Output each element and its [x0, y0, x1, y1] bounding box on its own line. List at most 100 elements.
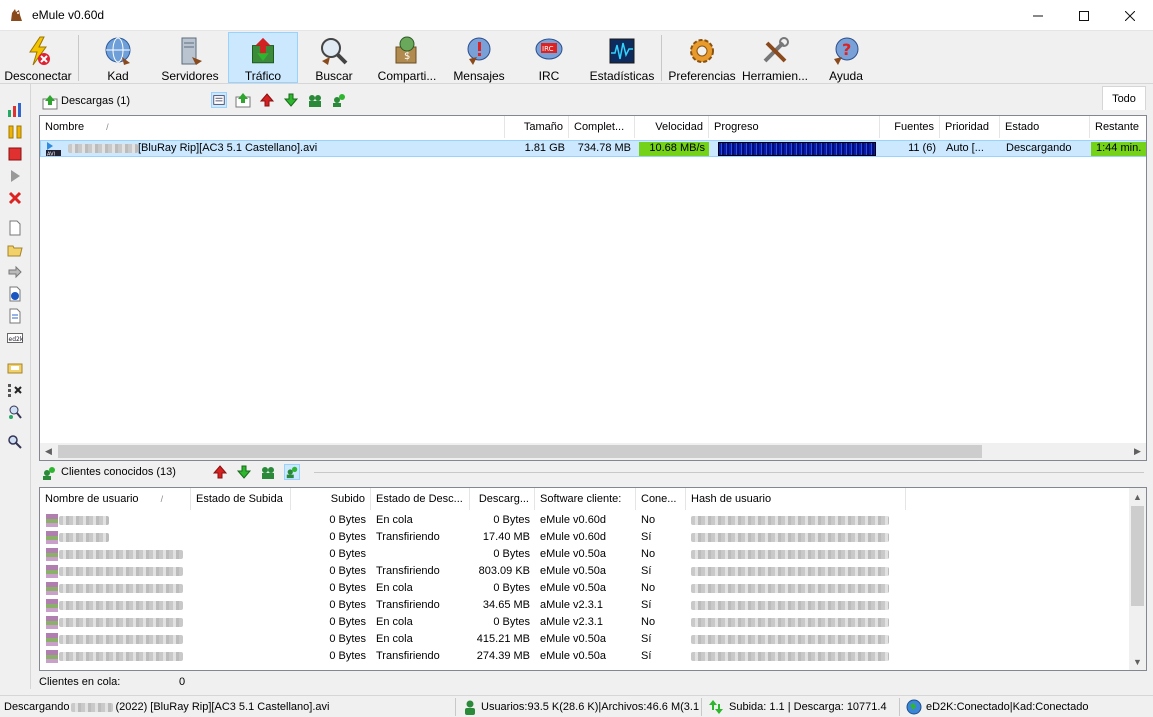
client-download-state: En cola: [376, 582, 413, 594]
stop-icon[interactable]: [7, 146, 23, 162]
column-header-client-software[interactable]: Software cliente:: [535, 488, 636, 510]
client-row[interactable]: 0 Bytes En cola 415.21 MB eMule v0.50a Sí: [40, 631, 1128, 648]
client-software: eMule v0.50a: [540, 633, 607, 645]
client-row[interactable]: 0 Bytes En cola 0 Bytes eMule v0.50a No: [40, 580, 1128, 597]
redacted-text: [691, 583, 889, 593]
uploading-clients-icon[interactable]: [212, 464, 228, 480]
scroll-up-arrow[interactable]: ▲: [1129, 488, 1146, 505]
scroll-down-arrow[interactable]: ▼: [1129, 653, 1146, 670]
servers-button[interactable]: Servidores: [154, 32, 226, 83]
preferences-button[interactable]: Preferencias: [666, 32, 738, 83]
client-software: eMule v0.50a: [540, 548, 607, 560]
queued-clients-icon[interactable]: [260, 464, 276, 480]
column-header-sources[interactable]: Fuentes: [880, 116, 940, 138]
traffic-button[interactable]: Tráfico: [228, 32, 298, 83]
column-header-completed[interactable]: Complet...: [569, 116, 635, 138]
clients-list[interactable]: Nombre de usuario / Estado de Subida Subi…: [39, 487, 1147, 671]
open-folder-icon[interactable]: [7, 242, 23, 258]
scrollbar-thumb[interactable]: [58, 445, 982, 458]
cancel-icon[interactable]: [7, 190, 23, 206]
downloads-list[interactable]: Nombre / Tamaño Complet... Velocidad Prog…: [39, 115, 1147, 461]
find-sources-icon[interactable]: [7, 404, 23, 420]
downloading-clients-icon[interactable]: [236, 464, 252, 480]
shared-files-button[interactable]: $ Comparti...: [370, 32, 444, 83]
client-row[interactable]: 0 Bytes Transfiriendo 34.65 MB aMule v2.3.1…: [40, 597, 1128, 614]
pause-icon[interactable]: [7, 124, 23, 140]
category-icon[interactable]: [7, 360, 23, 376]
client-downloaded: 803.09 KB: [478, 565, 530, 577]
column-header-connected[interactable]: Cone...: [636, 488, 686, 510]
queued-clients-icon[interactable]: [307, 92, 323, 108]
filter-tab-all[interactable]: Todo: [1102, 86, 1146, 110]
uploading-view-icon[interactable]: [259, 92, 275, 108]
progress-bar: [718, 142, 876, 156]
downloading-clients-icon[interactable]: [283, 92, 299, 108]
client-row[interactable]: 0 Bytes En cola 0 Bytes aMule v2.3.1 No: [40, 614, 1128, 631]
column-header-download-state[interactable]: Estado de Desc...: [371, 488, 470, 510]
clear-completed-icon[interactable]: [7, 382, 23, 398]
scroll-right-arrow[interactable]: ▶: [1129, 443, 1146, 460]
column-header-speed[interactable]: Velocidad: [635, 116, 709, 138]
file-info-icon[interactable]: [7, 286, 23, 302]
kad-button[interactable]: Kad: [84, 32, 152, 83]
column-header-user-hash[interactable]: Hash de usuario: [686, 488, 906, 510]
all-known-clients-icon[interactable]: [284, 464, 300, 480]
client-username: [40, 546, 191, 563]
download-list-view-icon[interactable]: [211, 92, 227, 108]
disconnect-button[interactable]: Desconectar: [2, 32, 74, 83]
resume-icon[interactable]: [7, 168, 23, 184]
minimize-button[interactable]: [1015, 0, 1061, 31]
client-software: eMule v0.60d: [540, 531, 607, 543]
client-upload-state: [191, 529, 291, 546]
column-header-upload-state[interactable]: Estado de Subida: [191, 488, 291, 510]
client-user-hash: [686, 546, 906, 563]
client-upload-state: [191, 563, 291, 580]
maximize-button[interactable]: [1061, 0, 1107, 31]
column-header-downloaded[interactable]: Descarg...: [470, 488, 535, 510]
new-file-icon[interactable]: [7, 220, 23, 236]
messages-button[interactable]: Mensajes: [446, 32, 512, 83]
priority-bars-icon[interactable]: [7, 102, 23, 118]
column-header-progress[interactable]: Progreso: [709, 116, 880, 138]
column-header-size[interactable]: Tamaño: [505, 116, 569, 138]
client-row[interactable]: 0 Bytes Transfiriendo 803.09 KB eMule v0.50…: [40, 563, 1128, 580]
redacted-text: [691, 515, 889, 525]
known-clients-icon[interactable]: [331, 92, 347, 108]
scroll-left-arrow[interactable]: ◀: [40, 443, 57, 460]
column-header-name[interactable]: Nombre /: [40, 116, 505, 138]
clients-vertical-scrollbar[interactable]: ▲ ▼: [1129, 488, 1146, 670]
client-row[interactable]: 0 Bytes 0 Bytes eMule v0.50a No: [40, 546, 1128, 563]
status-connection: eD2K:Conectado|Kad:Conectado: [926, 701, 1089, 713]
ed2k-link-icon[interactable]: ed2k: [7, 330, 23, 346]
irc-button[interactable]: IRC IRC: [514, 32, 584, 83]
column-header-priority[interactable]: Prioridad: [940, 116, 1000, 138]
title-bar: eMule v0.60d: [0, 0, 1153, 31]
column-header-remaining[interactable]: Restante: [1090, 116, 1146, 138]
scrollbar-thumb[interactable]: [1131, 506, 1144, 606]
help-icon: ?: [834, 37, 859, 65]
column-header-uploaded[interactable]: Subido: [291, 488, 371, 510]
statistics-button[interactable]: Estadísticas: [586, 32, 658, 83]
client-row[interactable]: 0 Bytes En cola 0 Bytes eMule v0.60d No: [40, 512, 1128, 529]
client-row[interactable]: 0 Bytes Transfiriendo 274.39 MB eMule v0.50…: [40, 648, 1128, 665]
preview-icon[interactable]: [7, 264, 23, 280]
client-connected: No: [641, 548, 656, 560]
comments-icon[interactable]: [7, 308, 23, 324]
download-row[interactable]: AVI [BluRay Rip][AC3 5.1 Castellano].avi…: [40, 140, 1146, 157]
client-connected: Sí: [641, 633, 652, 645]
search-button[interactable]: Buscar: [300, 32, 368, 83]
column-header-username[interactable]: Nombre de usuario /: [40, 488, 191, 510]
column-header-status[interactable]: Estado: [1000, 116, 1090, 138]
client-connected: Sí: [641, 599, 652, 611]
help-button[interactable]: ? Ayuda: [812, 32, 880, 83]
client-software: eMule v0.50a: [540, 650, 607, 662]
download-speed: 10.68 MB/s: [649, 142, 705, 154]
tools-button[interactable]: Herramien...: [740, 32, 810, 83]
client-uploaded: 0 Bytes: [329, 616, 366, 628]
client-row[interactable]: 0 Bytes Transfiriendo 17.40 MB eMule v0.60d…: [40, 529, 1128, 546]
downloads-horizontal-scrollbar[interactable]: ◀ ▶: [40, 443, 1146, 460]
clients-title: Clientes conocidos (13): [61, 466, 176, 478]
close-button[interactable]: [1107, 0, 1153, 31]
downloading-view-icon[interactable]: [235, 92, 251, 108]
search-icon[interactable]: [7, 434, 23, 450]
